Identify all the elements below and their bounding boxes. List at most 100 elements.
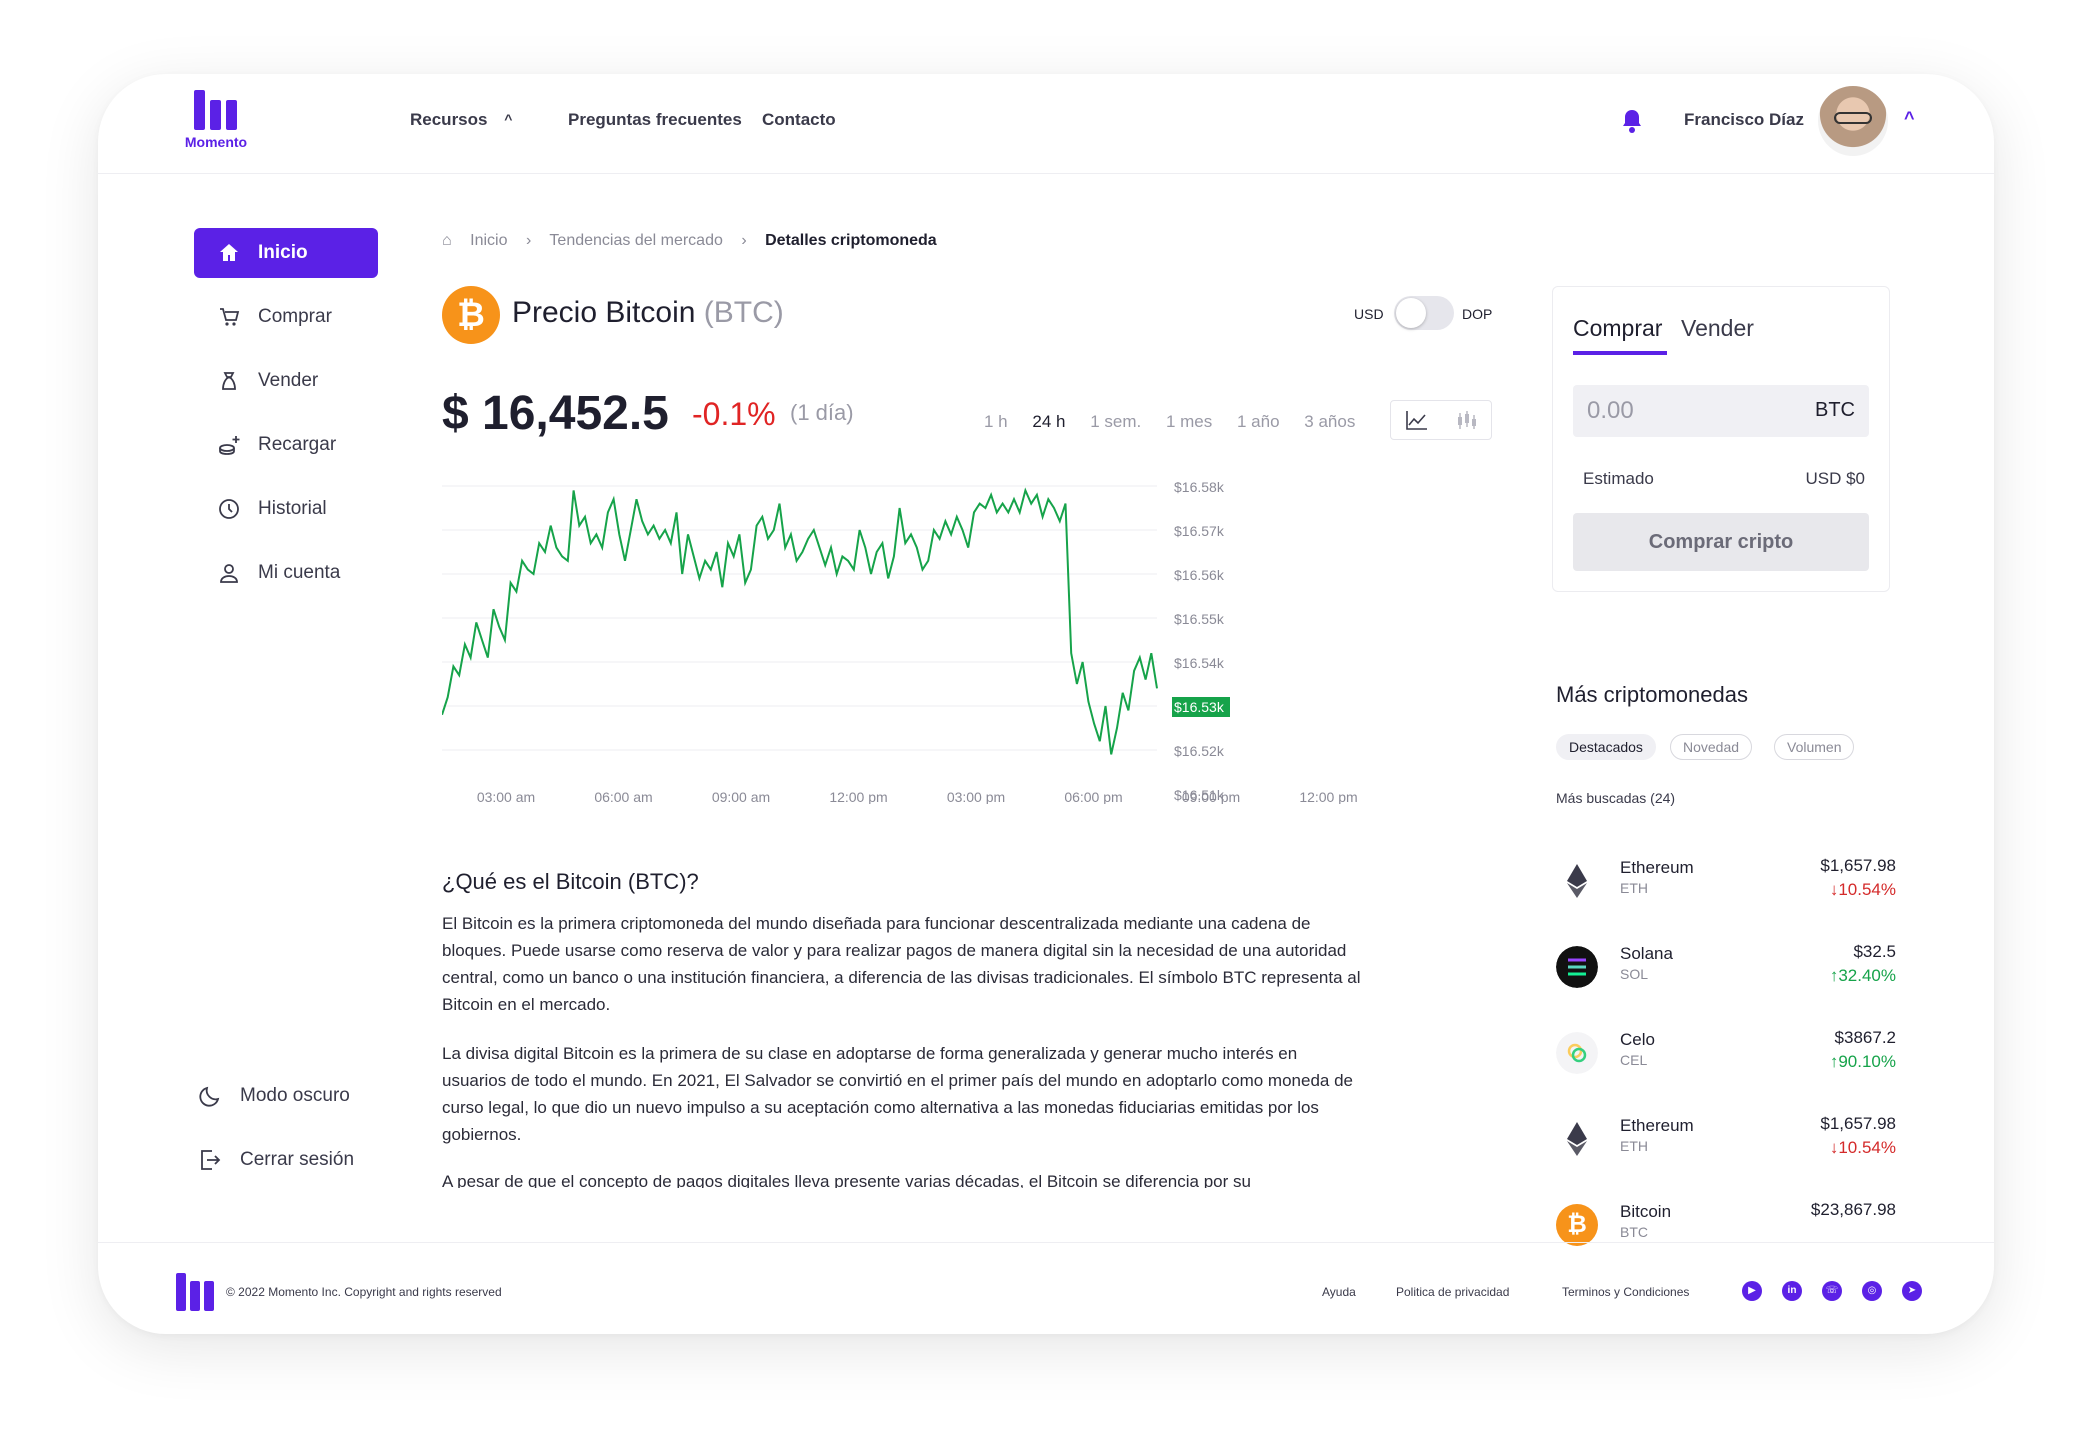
solana-icon — [1556, 946, 1598, 988]
nav-recursos[interactable]: Recursos ^ — [410, 110, 512, 130]
estimate-label: Estimado — [1583, 469, 1654, 488]
app-window: Momento Recursos ^ Preguntas frecuentes … — [98, 74, 1994, 1334]
x-tick-label: 06:00 am — [594, 789, 652, 804]
clock-icon — [219, 499, 239, 519]
buy-crypto-button[interactable]: Comprar cripto — [1573, 513, 1869, 571]
coin-symbol: (BTC) — [703, 296, 784, 329]
breadcrumb-trends[interactable]: Tendencias del mercado — [549, 232, 722, 249]
momento-logo[interactable]: Momento — [176, 90, 256, 156]
coin-price: $ 16,452.5 — [442, 387, 669, 440]
sidebar-item-mi-cuenta[interactable]: Mi cuenta — [194, 548, 378, 598]
tab-comprar[interactable]: Comprar — [1573, 315, 1662, 342]
sidebar-item-label: Recargar — [258, 434, 337, 455]
footer-logo[interactable] — [176, 1273, 216, 1311]
coin-change: ↑32.40% — [1830, 966, 1896, 986]
coin-change-value: 32.40% — [1838, 966, 1896, 985]
sidebar-item-label: Comprar — [258, 306, 332, 327]
sidebar-item-historial[interactable]: Historial — [194, 484, 378, 534]
amount-unit: BTC — [1815, 399, 1855, 421]
bell-icon[interactable] — [1620, 108, 1644, 134]
footer-link-help[interactable]: Ayuda — [1322, 1285, 1356, 1299]
article-paragraph: La divisa digital Bitcoin es la primera … — [442, 1044, 1353, 1144]
amount-value: 0.00 — [1587, 397, 1634, 424]
sidebar-item-recargar[interactable]: Recargar — [194, 420, 378, 470]
coin-row[interactable]: Ethereum ETH $1,657.98 ↓10.54% — [1552, 846, 1896, 932]
coin-row[interactable]: Ethereum ETH $1,657.98 ↓10.54% — [1552, 1104, 1896, 1190]
chip-novedad[interactable]: Novedad — [1670, 734, 1753, 760]
tab-vender[interactable]: Vender — [1681, 315, 1754, 342]
coin-price: $32.5 — [1853, 942, 1896, 961]
celo-icon — [1556, 1032, 1598, 1074]
coin-change-value: 10.54% — [1838, 1138, 1896, 1157]
coin-row[interactable]: Celo CEL $3867.2 ↑90.10% — [1552, 1018, 1896, 1104]
youtube-icon[interactable]: ▶ — [1742, 1281, 1762, 1301]
coin-change-value: 90.10% — [1838, 1052, 1896, 1071]
sidebar-item-inicio[interactable]: Inicio — [194, 228, 378, 278]
chip-destacados[interactable]: Destacados — [1556, 734, 1656, 760]
line-chart-icon[interactable] — [1405, 409, 1429, 431]
footer-link-terms[interactable]: Terminos y Condiciones — [1562, 1285, 1689, 1299]
sidebar-item-label: Vender — [258, 370, 319, 391]
breadcrumb-home[interactable]: Inicio — [470, 232, 507, 249]
most-searched-label: Más buscadas (24) — [1556, 790, 1675, 806]
breadcrumb: ⌂ Inicio › Tendencias del mercado › Deta… — [442, 232, 951, 250]
x-tick-label: 03:00 am — [477, 789, 535, 804]
x-tick-label: 09:00 am — [712, 789, 770, 804]
coin-row[interactable]: Solana SOL $32.5 ↑32.40% — [1552, 932, 1896, 1018]
footer-link-privacy[interactable]: Politica de privacidad — [1396, 1285, 1509, 1299]
coin-name: Celo — [1620, 1030, 1655, 1049]
instagram-icon[interactable]: ◎ — [1862, 1281, 1882, 1301]
x-tick-label: 12:00 pm — [829, 789, 887, 804]
page-title: Precio Bitcoin (BTC) — [512, 296, 784, 330]
coin-change: ↓10.54% — [1830, 1138, 1896, 1158]
ethereum-icon — [1567, 1122, 1587, 1156]
price-change: -0.1% — [692, 396, 776, 432]
range-1w[interactable]: 1 sem. — [1090, 412, 1141, 431]
range-1h[interactable]: 1 h — [984, 412, 1008, 431]
coin-name: Ethereum — [1620, 858, 1694, 877]
cart-icon — [220, 308, 240, 326]
nav-faq[interactable]: Preguntas frecuentes — [568, 110, 742, 130]
moon-icon — [199, 1086, 220, 1107]
currency-toggle[interactable] — [1394, 296, 1454, 330]
trade-panel: Comprar Vender 0.00 BTC Estimado USD $0 … — [1552, 286, 1890, 592]
coin-symbol: CEL — [1620, 1052, 1648, 1068]
chip-volumen[interactable]: Volumen — [1774, 734, 1855, 760]
user-icon — [220, 564, 238, 583]
linkedin-icon[interactable]: in — [1782, 1281, 1802, 1301]
coin-price: $1,657.98 — [1820, 1114, 1896, 1133]
price-chart[interactable]: $16.58k $16.57k $16.56k $16.55k $16.54k $16.5… — [442, 464, 1512, 804]
coin-list: Ethereum ETH $1,657.98 ↓10.54% Solana SO… — [1552, 814, 1896, 1264]
whatsapp-icon[interactable]: ☏ — [1822, 1281, 1842, 1301]
range-24h[interactable]: 24 h — [1032, 412, 1065, 431]
article-paragraph: A pesar de que el concepto de pagos digi… — [442, 1172, 1251, 1188]
bitcoin-icon: ₿ — [1556, 1204, 1598, 1246]
coin-name: Ethereum — [1620, 1116, 1694, 1135]
candlestick-icon[interactable] — [1455, 409, 1479, 431]
avatar[interactable] — [1818, 86, 1888, 156]
amount-input[interactable]: 0.00 BTC — [1573, 385, 1869, 437]
y-tick-label: $16.58k — [1174, 479, 1225, 495]
sidebar-item-label: Historial — [258, 498, 327, 519]
coin-symbol: BTC — [1620, 1224, 1648, 1240]
range-1m[interactable]: 1 mes — [1166, 412, 1212, 431]
bitcoin-icon: ₿ — [442, 286, 500, 344]
x-tick-label: 09:00 pm — [1182, 789, 1240, 804]
nav-contact[interactable]: Contacto — [762, 110, 836, 130]
more-cryptos-title: Más criptomonedas — [1556, 682, 1748, 707]
sidebar-item-vender[interactable]: Vender — [194, 356, 378, 406]
chevron-up-icon[interactable]: ^ — [1904, 108, 1915, 129]
user-name[interactable]: Francisco Díaz — [1684, 110, 1804, 130]
estimate-value: USD $0 — [1805, 469, 1865, 488]
article-paragraph: El Bitcoin es la primera criptomoneda de… — [442, 914, 1361, 1014]
coin-symbol: ETH — [1620, 1138, 1648, 1154]
chart-type-switch — [1390, 400, 1492, 440]
telegram-icon[interactable]: ➤ — [1902, 1281, 1922, 1301]
coin-change: ↑90.10% — [1830, 1052, 1896, 1072]
range-3y[interactable]: 3 años — [1304, 412, 1355, 431]
coin-price: $23,867.98 — [1810, 1200, 1896, 1219]
chevron-right-icon: › — [525, 232, 532, 249]
home-icon[interactable]: ⌂ — [442, 232, 452, 249]
range-1y[interactable]: 1 año — [1237, 412, 1280, 431]
sidebar-item-comprar[interactable]: Comprar — [194, 292, 378, 342]
